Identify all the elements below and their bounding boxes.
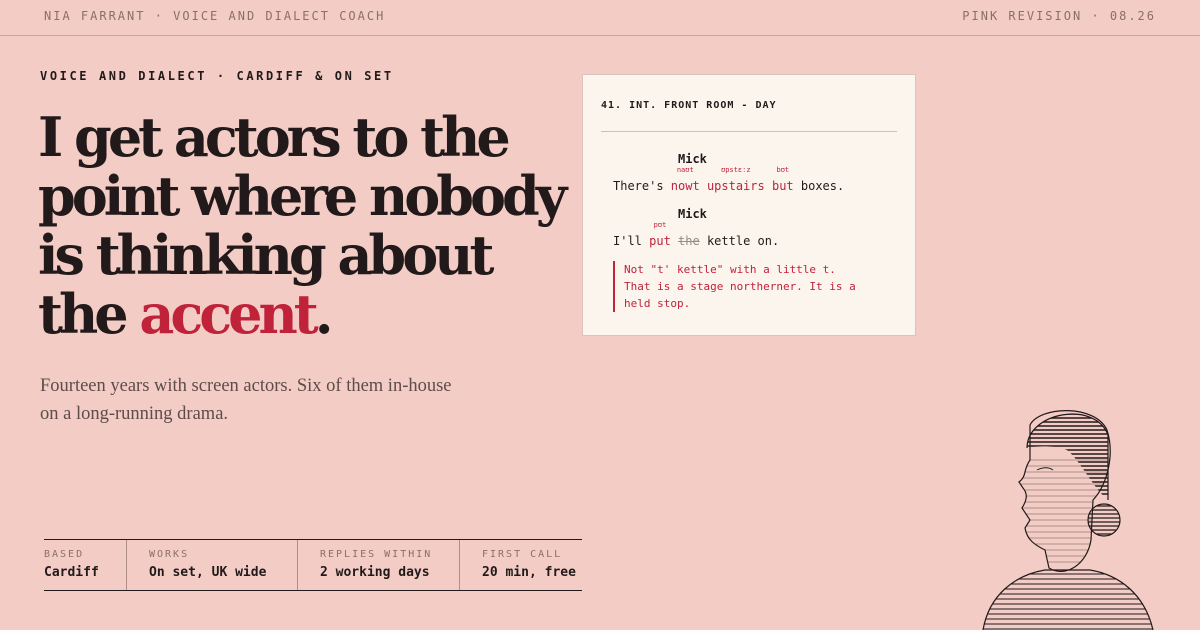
fact-first-call: FIRST CALL 20 min, free [459,540,582,590]
dialogue-line: There's nowt naʊt upstairs ʊpstɛːz but bʊt … [613,166,845,193]
phonetic-annotation: bʊt [776,166,790,174]
dialogue-text: boxes. [793,179,845,193]
headline-line: is thinking about [38,223,494,287]
fact-value: Cardiff [44,565,99,580]
facts-strip: BASED Cardiff WORKS On set, UK wide REPL… [44,539,582,591]
dialogue-text: kettle on. [699,234,780,248]
phonetic-annotation: ʊpstɛːz [721,166,751,174]
fact-label: BASED [44,549,85,560]
headline-line: I get actors to the [38,105,511,169]
dialogue-text: There's [613,179,671,193]
divider [601,131,897,132]
dialogue-text: I'll [613,234,650,248]
fact-label: REPLIES WITHIN [320,549,433,560]
scene-slugline: 41. INT. FRONT ROOM - DAY [601,100,777,111]
script-page-card: 41. INT. FRONT ROOM - DAY Mick There's n… [582,74,916,336]
lede: Fourteen years with screen actors. Six o… [40,376,452,424]
character-name: Mick [678,152,707,166]
fact-value: 20 min, free [482,565,576,580]
revision-label: PINK REVISION · 08.26 [962,9,1156,23]
headline-line: the [38,282,140,346]
dialogue-line: I'll put pʊt the kettle on. [613,221,780,248]
annotated-word: nowt naʊt [670,166,700,193]
phonetic-annotation: naʊt [676,166,694,174]
headline-period: . [314,282,334,346]
headline-line: point where nobody [38,164,567,228]
headline-accent-word: accent [139,282,318,346]
eyebrow: VOICE AND DIALECT · CARDIFF & ON SET [40,69,394,83]
fact-value: 2 working days [320,565,430,580]
fact-based: BASED Cardiff [44,540,126,590]
top-bar: NIA FARRANT · VOICE AND DIALECT COACH PI… [0,0,1200,36]
annotated-word: upstairs ʊpstɛːz [706,166,765,193]
headline: I get actors to the point where nobody i… [38,108,598,344]
site-name[interactable]: NIA FARRANT · VOICE AND DIALECT COACH [44,9,385,23]
portrait-illustration [982,410,1154,630]
phonetic-annotation: pʊt [653,221,667,229]
annotated-word: but bʊt [771,166,794,193]
character-name: Mick [678,207,707,221]
fact-works: WORKS On set, UK wide [126,540,297,590]
fact-label: FIRST CALL [482,549,563,560]
fact-label: WORKS [149,549,190,560]
coach-note: Not "t' kettle" with a little t. That is… [613,261,864,312]
fact-value: On set, UK wide [149,565,267,580]
fact-replies: REPLIES WITHIN 2 working days [297,540,459,590]
struck-word: the [678,234,700,248]
annotated-word: put pʊt [649,221,671,248]
